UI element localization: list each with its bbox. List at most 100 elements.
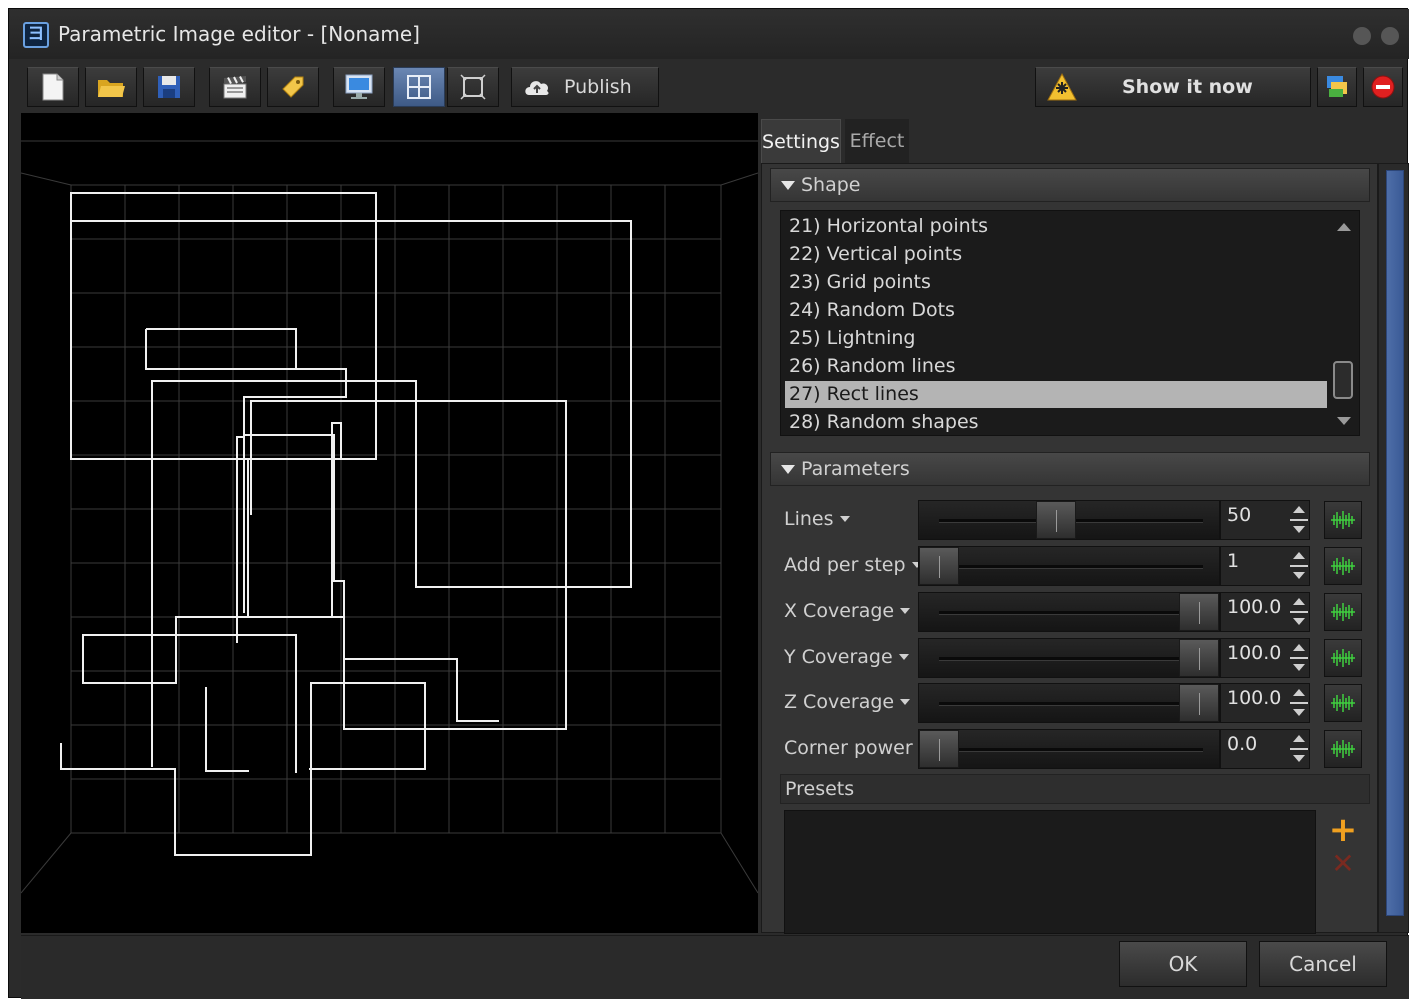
title-bar: ヨ Parametric Image editor - [Noname] bbox=[9, 9, 1409, 59]
z-coverage-dropdown[interactable]: Z Coverage bbox=[784, 687, 911, 717]
slider-thumb[interactable] bbox=[919, 547, 959, 585]
preview-render bbox=[20, 140, 759, 894]
waveform-icon bbox=[1331, 511, 1355, 529]
corner-power-spinner[interactable] bbox=[1288, 729, 1310, 769]
waveform-icon bbox=[1331, 694, 1355, 712]
waveform-icon bbox=[1331, 740, 1355, 758]
waveform-icon bbox=[1331, 603, 1355, 621]
y-coverage-dropdown[interactable]: Y Coverage bbox=[784, 642, 909, 672]
layers-icon bbox=[1327, 76, 1347, 97]
parameters-section-header[interactable]: Parameters bbox=[770, 452, 1370, 486]
y-coverage-animate-button[interactable] bbox=[1324, 639, 1362, 677]
frame-view-button[interactable] bbox=[447, 67, 499, 107]
corner-power-slider[interactable] bbox=[918, 729, 1220, 769]
list-item[interactable]: 26) Random lines bbox=[785, 353, 1327, 380]
show-it-now-label: Show it now bbox=[1122, 76, 1253, 98]
save-button[interactable] bbox=[143, 67, 195, 107]
slider-thumb[interactable] bbox=[1179, 684, 1219, 722]
collapse-triangle-icon bbox=[781, 464, 795, 474]
x-coverage-spinner[interactable] bbox=[1288, 592, 1310, 632]
list-item[interactable]: 28) Random shapes bbox=[785, 409, 1327, 435]
y-coverage-slider[interactable] bbox=[918, 638, 1220, 678]
dropdown-arrow-icon bbox=[898, 654, 909, 660]
list-item[interactable]: 25) Lightning bbox=[785, 325, 1327, 352]
list-item[interactable]: 23) Grid points bbox=[785, 269, 1327, 296]
clapperboard-icon bbox=[223, 76, 247, 99]
monitor-button[interactable] bbox=[333, 67, 385, 107]
lines-spinner[interactable] bbox=[1288, 500, 1310, 540]
settings-body: Shape 21) Horizontal points 22) Vertical… bbox=[761, 163, 1378, 934]
shape-list-scrollbar[interactable] bbox=[1329, 211, 1359, 435]
param-label: Corner power bbox=[784, 737, 913, 759]
panel-scrollbar[interactable] bbox=[1378, 163, 1409, 933]
list-item[interactable]: 24) Random Dots bbox=[785, 297, 1327, 324]
scroll-down-icon[interactable] bbox=[1337, 417, 1351, 425]
z-coverage-slider[interactable] bbox=[918, 683, 1220, 723]
add-per-step-animate-button[interactable] bbox=[1324, 547, 1362, 585]
add-per-step-dropdown[interactable]: Add per step bbox=[784, 550, 922, 580]
param-label: Z Coverage bbox=[784, 691, 895, 713]
slider-thumb[interactable] bbox=[1036, 501, 1076, 539]
add-per-step-spinner[interactable] bbox=[1288, 546, 1310, 586]
save-icon bbox=[158, 76, 180, 98]
corner-power-animate-button[interactable] bbox=[1324, 730, 1362, 768]
warning-icon bbox=[1047, 72, 1077, 101]
slider-thumb[interactable] bbox=[1179, 593, 1219, 631]
cancel-button[interactable]: Cancel bbox=[1259, 941, 1387, 987]
param-label: Add per step bbox=[784, 554, 906, 576]
stop-icon bbox=[1371, 75, 1395, 99]
new-file-icon bbox=[42, 73, 64, 101]
shape-list[interactable]: 21) Horizontal points 22) Vertical point… bbox=[780, 210, 1360, 436]
lines-dropdown[interactable]: Lines bbox=[784, 504, 850, 534]
lines-animate-button[interactable] bbox=[1324, 501, 1362, 539]
tab-effect[interactable]: Effect bbox=[845, 119, 909, 163]
grid-view-button[interactable] bbox=[393, 67, 445, 107]
presets-list[interactable] bbox=[784, 810, 1316, 934]
layers-button[interactable] bbox=[1317, 67, 1357, 107]
editor-window: ヨ Parametric Image editor - [Noname] Pub… bbox=[8, 8, 1409, 999]
list-item[interactable]: 21) Horizontal points bbox=[785, 213, 1327, 240]
waveform-icon bbox=[1331, 649, 1355, 667]
param-label: Lines bbox=[784, 508, 834, 530]
y-coverage-spinner[interactable] bbox=[1288, 638, 1310, 678]
param-label: Y Coverage bbox=[784, 646, 893, 668]
new-file-button[interactable] bbox=[27, 67, 79, 107]
list-item-selected[interactable]: 27) Rect lines bbox=[785, 381, 1327, 408]
ok-button[interactable]: OK bbox=[1119, 941, 1247, 987]
lines-slider[interactable] bbox=[918, 500, 1220, 540]
panel-scroll-thumb[interactable] bbox=[1386, 170, 1404, 916]
x-coverage-dropdown[interactable]: X Coverage bbox=[784, 596, 911, 626]
open-file-button[interactable] bbox=[85, 67, 137, 107]
close-window-icon[interactable] bbox=[1381, 27, 1399, 45]
corner-power-dropdown[interactable]: Corner power bbox=[784, 733, 929, 763]
scroll-thumb[interactable] bbox=[1333, 361, 1353, 399]
shape-section-title: Shape bbox=[801, 174, 861, 196]
slider-thumb[interactable] bbox=[919, 730, 959, 768]
scroll-up-icon[interactable] bbox=[1337, 223, 1351, 231]
dropdown-arrow-icon bbox=[900, 699, 911, 705]
tab-settings[interactable]: Settings bbox=[761, 119, 841, 163]
preview-canvas[interactable] bbox=[20, 113, 759, 933]
cloud-upload-icon bbox=[525, 81, 549, 95]
delete-preset-icon[interactable]: ✕ bbox=[1328, 850, 1358, 880]
shape-section-header[interactable]: Shape bbox=[770, 168, 1370, 202]
frame-view-icon bbox=[460, 74, 486, 100]
dropdown-arrow-icon bbox=[900, 608, 911, 614]
add-preset-icon[interactable]: + bbox=[1328, 813, 1358, 847]
stop-button[interactable] bbox=[1363, 67, 1403, 107]
tag-button[interactable] bbox=[267, 67, 319, 107]
grid-view-icon bbox=[407, 75, 431, 99]
parameters-section-title: Parameters bbox=[801, 458, 910, 480]
z-coverage-spinner[interactable] bbox=[1288, 683, 1310, 723]
slider-thumb[interactable] bbox=[1179, 639, 1219, 677]
show-it-now-button[interactable]: Show it now bbox=[1035, 67, 1311, 107]
open-folder-icon bbox=[98, 80, 125, 97]
clapperboard-button[interactable] bbox=[209, 67, 261, 107]
minimize-icon[interactable] bbox=[1353, 27, 1371, 45]
list-item[interactable]: 22) Vertical points bbox=[785, 241, 1327, 268]
x-coverage-slider[interactable] bbox=[918, 592, 1220, 632]
z-coverage-animate-button[interactable] bbox=[1324, 684, 1362, 722]
add-per-step-slider[interactable] bbox=[918, 546, 1220, 586]
x-coverage-animate-button[interactable] bbox=[1324, 593, 1362, 631]
publish-button[interactable]: Publish bbox=[511, 67, 659, 107]
